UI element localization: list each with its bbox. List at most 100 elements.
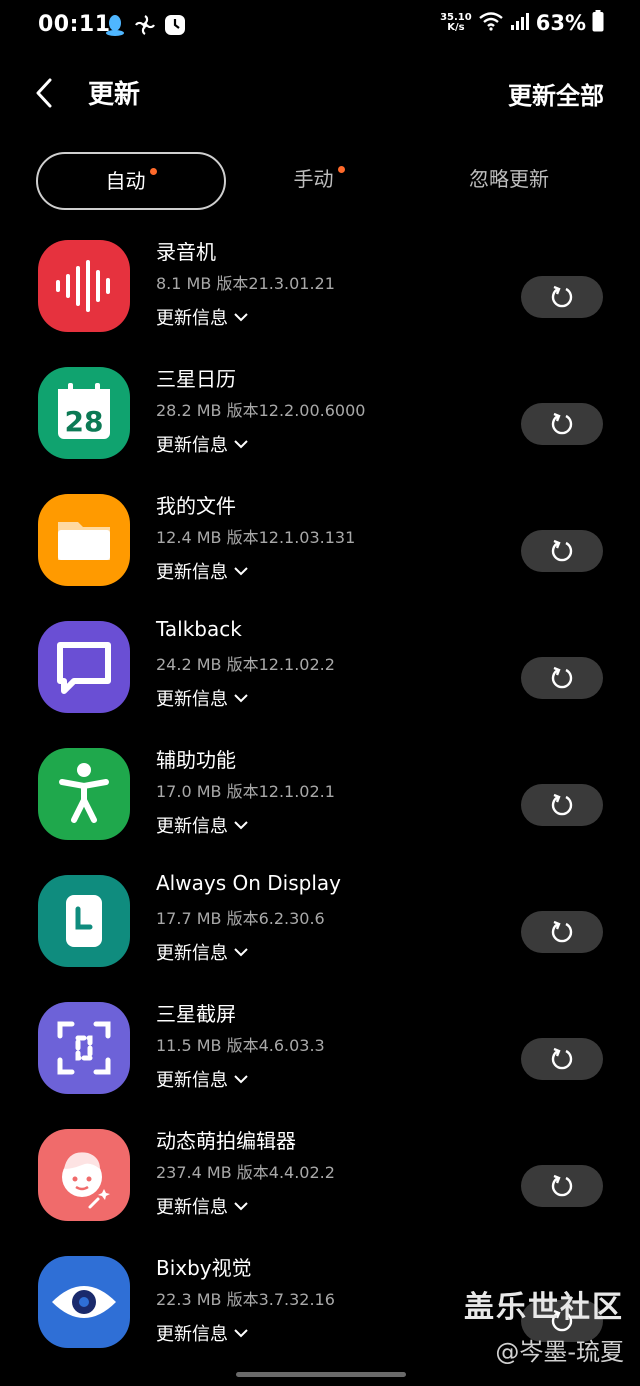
app-meta: 17.0 MB 版本12.1.02.1: [156, 782, 335, 801]
chevron-down-icon: [234, 313, 248, 322]
voice-recorder-icon: [38, 240, 130, 332]
clock-icon: [164, 14, 186, 40]
list-item: Always On Display 17.7 MB 版本6.2.30.6 更新信…: [0, 863, 640, 990]
back-button[interactable]: [30, 76, 60, 110]
tab-bar: 自动 手动 忽略更新: [36, 152, 604, 210]
aod-clock-icon: [38, 875, 130, 967]
status-bar: 00:11 35.10 K/s 63%: [0, 0, 640, 50]
app-meta: 17.7 MB 版本6.2.30.6: [156, 909, 325, 928]
tab-label: 忽略更新: [469, 167, 549, 191]
signal-icon: [510, 11, 530, 35]
update-info-label: 更新信息: [156, 435, 228, 456]
chevron-down-icon: [234, 1202, 248, 1211]
talkback-icon: [38, 621, 130, 713]
network-speed: 35.10 K/s: [440, 13, 472, 33]
status-left-icons: [104, 14, 186, 40]
update-info-toggle[interactable]: 更新信息: [156, 304, 248, 330]
update-app-button[interactable]: [521, 784, 603, 826]
chevron-down-icon: [234, 948, 248, 957]
tab-ignored[interactable]: 忽略更新: [416, 152, 602, 206]
refresh-icon: [551, 285, 573, 308]
app-meta: 22.3 MB 版本3.7.32.16: [156, 1290, 335, 1309]
refresh-icon: [551, 1174, 573, 1197]
ar-emoji-icon: [38, 1129, 130, 1221]
folder-icon: [38, 494, 130, 586]
update-info-toggle[interactable]: 更新信息: [156, 1193, 248, 1219]
battery-percent: 63%: [535, 11, 586, 35]
fan-icon: [134, 14, 156, 40]
app-meta: 237.4 MB 版本4.4.02.2: [156, 1163, 335, 1182]
chevron-left-icon: [36, 78, 52, 108]
update-info-label: 更新信息: [156, 1070, 228, 1091]
status-right: 35.10 K/s 63%: [440, 10, 604, 36]
update-all-button[interactable]: 更新全部: [508, 76, 604, 111]
list-item: 录音机 8.1 MB 版本21.3.01.21 更新信息: [0, 228, 640, 355]
update-info-toggle[interactable]: 更新信息: [156, 431, 248, 457]
app-name: 三星日历: [156, 367, 236, 391]
header: 更新 更新全部: [0, 62, 640, 124]
page-title: 更新: [88, 80, 141, 110]
watermark-community: 盖乐世社区: [464, 1290, 624, 1325]
app-meta: 12.4 MB 版本12.1.03.131: [156, 528, 356, 547]
watermark-author: @岑墨-琉夏: [495, 1338, 624, 1366]
list-item: 辅助功能 17.0 MB 版本12.1.02.1 更新信息: [0, 736, 640, 863]
update-app-button[interactable]: [521, 911, 603, 953]
tab-auto[interactable]: 自动: [36, 152, 226, 210]
update-info-toggle[interactable]: 更新信息: [156, 939, 248, 965]
app-name: 辅助功能: [156, 748, 236, 772]
battery-icon: [592, 10, 604, 36]
calendar-icon: 28: [38, 367, 130, 459]
refresh-icon: [551, 666, 573, 689]
update-app-button[interactable]: [521, 403, 603, 445]
tab-badge-dot: [337, 166, 345, 173]
list-item: 28 三星日历 28.2 MB 版本12.2.00.6000 更新信息: [0, 355, 640, 482]
watermark: 盖乐世社区 @岑墨-琉夏: [464, 1282, 624, 1367]
app-name: Always On Display: [156, 871, 341, 895]
update-info-toggle[interactable]: 更新信息: [156, 1066, 248, 1092]
app-meta: 28.2 MB 版本12.2.00.6000: [156, 401, 366, 420]
refresh-icon: [551, 539, 573, 562]
update-app-button[interactable]: [521, 530, 603, 572]
qq-icon: [104, 14, 126, 40]
chevron-down-icon: [234, 694, 248, 703]
update-info-toggle[interactable]: 更新信息: [156, 812, 248, 838]
refresh-icon: [551, 920, 573, 943]
update-info-label: 更新信息: [156, 1197, 228, 1218]
chevron-down-icon: [234, 1329, 248, 1338]
app-meta: 8.1 MB 版本21.3.01.21: [156, 274, 335, 293]
app-name: 三星截屏: [156, 1002, 236, 1026]
tab-badge-dot: [149, 168, 157, 175]
network-speed-unit: K/s: [447, 22, 465, 33]
update-info-label: 更新信息: [156, 562, 228, 583]
screenshot-icon: [38, 1002, 130, 1094]
list-item: Talkback 24.2 MB 版本12.1.02.2 更新信息: [0, 609, 640, 736]
update-info-toggle[interactable]: 更新信息: [156, 558, 248, 584]
tab-label: 手动: [293, 167, 334, 191]
app-name: 录音机: [156, 240, 216, 264]
update-app-button[interactable]: [521, 276, 603, 318]
bixby-vision-icon: [38, 1256, 130, 1348]
chevron-down-icon: [234, 440, 248, 449]
app-name: 动态萌拍编辑器: [156, 1129, 296, 1153]
chevron-down-icon: [234, 567, 248, 576]
update-info-toggle[interactable]: 更新信息: [156, 685, 248, 711]
update-info-label: 更新信息: [156, 816, 228, 837]
calendar-icon-text: 28: [65, 405, 104, 438]
update-app-button[interactable]: [521, 657, 603, 699]
list-item: 我的文件 12.4 MB 版本12.1.03.131 更新信息: [0, 482, 640, 609]
accessibility-icon: [38, 748, 130, 840]
update-info-label: 更新信息: [156, 308, 228, 329]
app-name: Talkback: [156, 617, 242, 641]
refresh-icon: [551, 1047, 573, 1070]
update-info-toggle[interactable]: 更新信息: [156, 1320, 248, 1346]
update-app-button[interactable]: [521, 1038, 603, 1080]
update-app-button[interactable]: [521, 1165, 603, 1207]
app-name: Bixby视觉: [156, 1256, 252, 1280]
status-time: 00:11: [38, 12, 111, 37]
tab-manual[interactable]: 手动: [226, 152, 412, 206]
update-info-label: 更新信息: [156, 943, 228, 964]
refresh-icon: [551, 793, 573, 816]
app-meta: 24.2 MB 版本12.1.02.2: [156, 655, 335, 674]
list-item: 动态萌拍编辑器 237.4 MB 版本4.4.02.2 更新信息: [0, 1117, 640, 1244]
gesture-nav-bar[interactable]: [236, 1372, 406, 1377]
